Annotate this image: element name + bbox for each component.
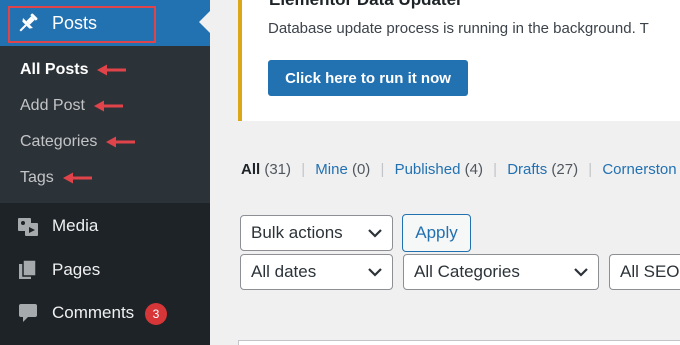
chevron-down-icon [574,268,588,277]
bulk-actions-select[interactable]: Bulk actions [240,215,393,251]
chevron-down-icon [368,229,382,238]
wp-admin-page: Posts All Posts Add Post Categories Tags… [0,0,680,345]
sidebar-item-comments[interactable]: Comments 3 [0,293,210,333]
pushpin-icon [16,12,40,34]
filter-separator: | [380,161,385,178]
filter-separator: | [588,161,593,178]
apply-button[interactable]: Apply [402,214,471,252]
filter-published-link[interactable]: Published [395,161,461,178]
select-value: All SEO [620,262,680,281]
filter-separator: | [301,161,306,178]
filter-count: (0) [351,161,371,178]
post-status-filters: All (31) | Mine (0) | Published (4) | Dr… [241,160,677,180]
sidebar-item-label: Comments [52,303,135,322]
annotation-arrow-icon [62,172,92,184]
submenu-item-add-post[interactable]: Add Post [20,94,124,118]
submenu-item-tags[interactable]: Tags [20,166,93,190]
notice-text: Database update process is running in th… [268,20,649,37]
annotation-arrow-icon [93,100,123,112]
notice-title: Elementor Data Updater [269,0,463,10]
sidebar-item-label: Posts [52,13,98,33]
filter-cornerstone-link[interactable]: Cornerston [602,161,676,178]
submenu-item-label: Categories [20,133,98,150]
annotation-arrow-icon [106,136,136,148]
submenu-item-label: Add Post [20,97,85,114]
filter-all-link[interactable]: All [241,161,260,178]
posts-table-top-edge [238,340,680,345]
filter-count: (31) [264,161,292,178]
select-value: All Categories [414,262,520,281]
pages-icon [17,259,39,281]
chevron-down-icon [368,268,382,277]
admin-sidebar: Posts All Posts Add Post Categories Tags… [0,0,210,345]
submenu-item-all-posts[interactable]: All Posts [20,58,127,82]
current-menu-pointer [199,11,210,33]
filter-separator: | [493,161,498,178]
comments-icon [17,302,39,324]
sidebar-item-label: Media [52,216,99,235]
comments-count-badge: 3 [145,303,167,325]
category-filter-select[interactable]: All Categories [403,254,599,290]
submenu-item-label: Tags [20,169,54,186]
select-value: All dates [251,262,317,281]
run-updater-button[interactable]: Click here to run it now [268,60,468,96]
annotation-arrow-icon [97,64,127,76]
sidebar-item-pages[interactable]: Pages [0,250,210,290]
sidebar-item-media[interactable]: Media [0,206,210,246]
filter-mine-link[interactable]: Mine [315,161,348,178]
filter-count: (27) [551,161,579,178]
seo-filter-select[interactable]: All SEO [609,254,680,290]
sidebar-item-label: Pages [52,260,101,279]
select-value: Bulk actions [251,223,343,242]
date-filter-select[interactable]: All dates [240,254,393,290]
submenu-item-label: All Posts [20,61,89,78]
filter-drafts-link[interactable]: Drafts [507,161,547,178]
submenu-item-categories[interactable]: Categories [20,130,136,154]
media-icon [17,215,39,237]
elementor-update-notice: Elementor Data Updater Database update p… [238,0,680,121]
posts-submenu: All Posts Add Post Categories Tags [0,46,210,203]
filter-count: (4) [464,161,483,178]
sidebar-item-posts[interactable]: Posts [0,0,210,46]
